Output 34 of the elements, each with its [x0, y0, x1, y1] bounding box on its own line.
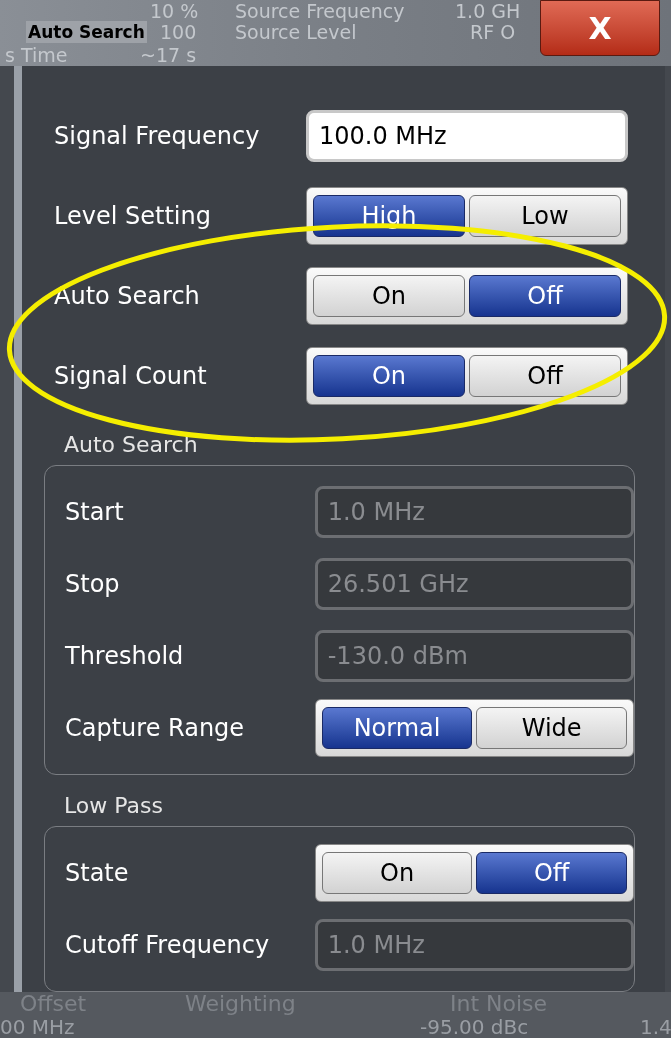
- setting-label: Threshold: [65, 641, 185, 672]
- background-text: 1.0 GH: [455, 1, 521, 21]
- setting-label: Signal Count: [54, 361, 208, 392]
- toggle-option[interactable]: Off: [476, 852, 627, 894]
- dialog-title: Auto Search: [26, 21, 147, 43]
- background-text: s Time: [5, 45, 68, 65]
- toggle-option[interactable]: Off: [469, 355, 621, 397]
- toggle-option[interactable]: On: [313, 355, 465, 397]
- toggle-option[interactable]: Low: [469, 195, 621, 237]
- setting-label: Start: [65, 497, 125, 528]
- toggle-option[interactable]: Wide: [476, 707, 627, 749]
- toggle-option[interactable]: On: [313, 275, 465, 317]
- table-cell-text: 00 MHz: [0, 1016, 76, 1038]
- setting-label: Capture Range: [65, 713, 246, 744]
- setting-label: Signal Frequency: [54, 121, 261, 152]
- close-button[interactable]: X: [540, 0, 660, 56]
- background-text: Source Frequency: [235, 1, 405, 21]
- toggle-option[interactable]: On: [321, 852, 473, 894]
- table-cell: 1.4: [640, 1016, 671, 1038]
- setting-label: Stop: [65, 569, 121, 600]
- background-text: ~17 s: [140, 45, 197, 65]
- table-cell-text: -95.00 dBc: [420, 1016, 530, 1038]
- toggle-option[interactable]: Off: [469, 275, 621, 317]
- background-text: 10 %: [150, 1, 199, 21]
- setting-label: State: [65, 858, 130, 889]
- background-text: 100: [160, 22, 197, 42]
- setting-label: Cutoff Frequency: [65, 930, 271, 961]
- group-title: Auto Search: [64, 431, 199, 459]
- group-title: Low Pass: [64, 792, 164, 820]
- setting-label: Level Setting: [54, 201, 212, 232]
- toggle-option[interactable]: Normal: [321, 707, 473, 749]
- background-text: RF O: [470, 22, 516, 42]
- background-text: Source Level: [235, 22, 357, 42]
- input-field[interactable]: 100.0 MHz: [306, 110, 628, 162]
